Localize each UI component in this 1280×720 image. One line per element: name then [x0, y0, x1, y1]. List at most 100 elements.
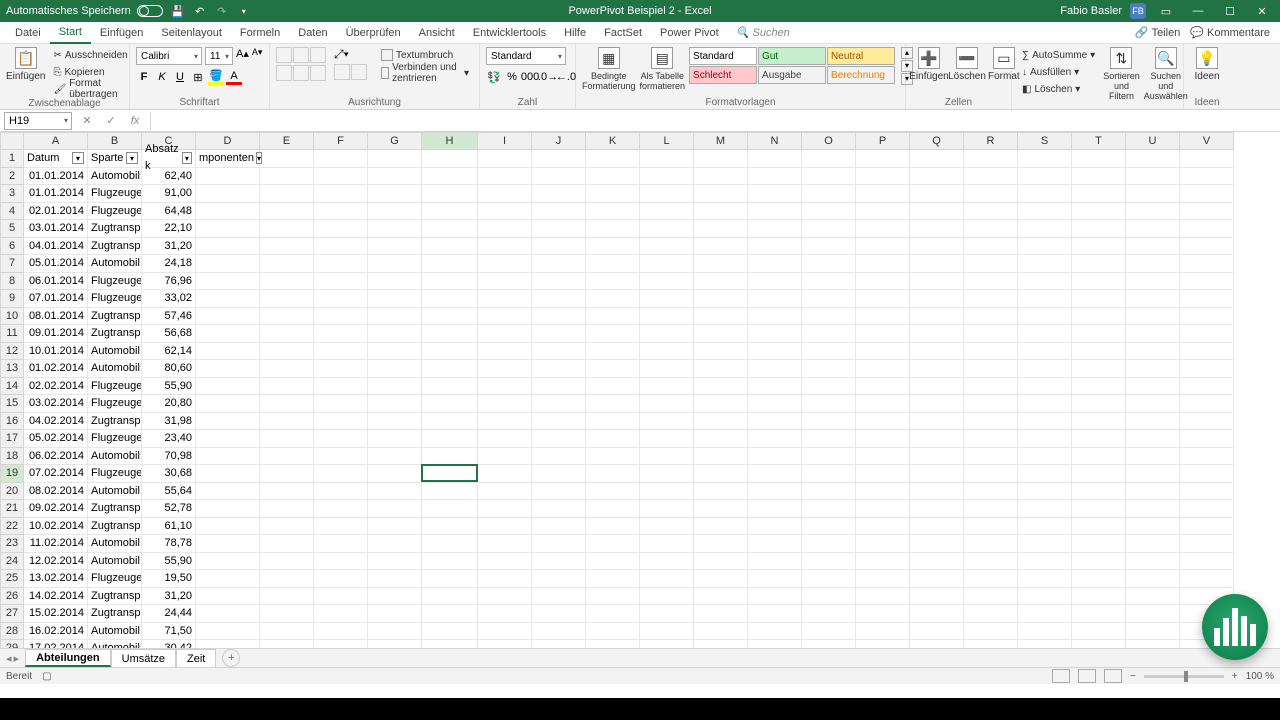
cell[interactable] — [422, 483, 478, 501]
cell[interactable] — [532, 640, 586, 648]
cell[interactable] — [1072, 500, 1126, 518]
row-header[interactable]: 8 — [0, 273, 24, 291]
cell[interactable] — [910, 465, 964, 483]
insert-cells-button[interactable]: ➕Einfügen — [912, 47, 946, 82]
filter-dropdown-icon[interactable]: ▾ — [72, 152, 84, 164]
cell[interactable] — [314, 413, 368, 431]
cell[interactable]: Automobil — [88, 623, 142, 641]
cell[interactable] — [856, 273, 910, 291]
cell[interactable] — [368, 238, 422, 256]
align-left-icon[interactable] — [276, 65, 292, 81]
cell[interactable]: 33,02 — [142, 290, 196, 308]
cell[interactable]: Zugtransp — [88, 220, 142, 238]
cell[interactable] — [422, 500, 478, 518]
cell[interactable] — [314, 290, 368, 308]
cell[interactable] — [802, 255, 856, 273]
row-header[interactable]: 4 — [0, 203, 24, 221]
cell[interactable]: 09.02.2014 — [24, 500, 88, 518]
cell[interactable] — [964, 220, 1018, 238]
cell[interactable] — [964, 378, 1018, 396]
cell[interactable] — [314, 255, 368, 273]
ribbon-tab-hilfe[interactable]: Hilfe — [555, 22, 595, 44]
row-header[interactable]: 24 — [0, 553, 24, 571]
font-color-button[interactable]: A — [226, 69, 242, 85]
page-layout-view-button[interactable] — [1078, 669, 1096, 683]
cell[interactable]: 91,00 — [142, 185, 196, 203]
cell[interactable] — [478, 605, 532, 623]
cell[interactable] — [1072, 290, 1126, 308]
cell[interactable] — [748, 308, 802, 326]
cell[interactable] — [748, 378, 802, 396]
cell[interactable] — [964, 413, 1018, 431]
cell[interactable] — [422, 430, 478, 448]
cell[interactable]: Automobil — [88, 168, 142, 186]
cell[interactable] — [1018, 308, 1072, 326]
cell[interactable] — [802, 518, 856, 536]
cell[interactable] — [694, 325, 748, 343]
row-header[interactable]: 15 — [0, 395, 24, 413]
column-header[interactable]: H — [422, 132, 478, 150]
cell[interactable] — [422, 308, 478, 326]
cell[interactable] — [196, 185, 260, 203]
orientation-icon[interactable]: ⤢▾ — [334, 47, 367, 62]
cell[interactable] — [1018, 500, 1072, 518]
row-header[interactable]: 9 — [0, 290, 24, 308]
cell[interactable] — [478, 150, 532, 168]
cell[interactable] — [694, 378, 748, 396]
cell[interactable] — [1072, 553, 1126, 571]
row-header[interactable]: 17 — [0, 430, 24, 448]
cell[interactable] — [532, 308, 586, 326]
cell[interactable] — [422, 185, 478, 203]
cell[interactable] — [964, 203, 1018, 221]
cell[interactable] — [260, 273, 314, 291]
cell[interactable] — [1126, 448, 1180, 466]
cell[interactable] — [586, 413, 640, 431]
cell[interactable] — [586, 378, 640, 396]
cell[interactable] — [1072, 378, 1126, 396]
cell[interactable] — [640, 623, 694, 641]
undo-icon[interactable]: ↶ — [193, 4, 207, 18]
cell[interactable] — [586, 168, 640, 186]
cell[interactable] — [856, 395, 910, 413]
row-header[interactable]: 27 — [0, 605, 24, 623]
cell[interactable] — [964, 465, 1018, 483]
enter-formula-icon[interactable]: ✓ — [102, 112, 120, 130]
cell[interactable] — [1126, 395, 1180, 413]
cell[interactable] — [478, 465, 532, 483]
cell[interactable]: 62,14 — [142, 343, 196, 361]
cell[interactable] — [1180, 168, 1234, 186]
cell[interactable] — [748, 588, 802, 606]
cell[interactable]: 09.01.2014 — [24, 325, 88, 343]
cell[interactable] — [910, 623, 964, 641]
cell[interactable]: 19,50 — [142, 570, 196, 588]
cell[interactable] — [1126, 553, 1180, 571]
cell[interactable] — [910, 588, 964, 606]
cell[interactable] — [694, 465, 748, 483]
cell[interactable] — [368, 378, 422, 396]
cell[interactable]: 70,98 — [142, 448, 196, 466]
cell[interactable] — [1180, 570, 1234, 588]
cell[interactable] — [1180, 185, 1234, 203]
cell[interactable]: 10.02.2014 — [24, 518, 88, 536]
cell[interactable] — [694, 623, 748, 641]
column-header[interactable]: E — [260, 132, 314, 150]
cell[interactable] — [748, 325, 802, 343]
cell[interactable] — [478, 185, 532, 203]
cell[interactable] — [856, 448, 910, 466]
cell[interactable] — [478, 518, 532, 536]
cell[interactable] — [1126, 430, 1180, 448]
cell[interactable]: Automobil — [88, 255, 142, 273]
delete-cells-button[interactable]: ➖Löschen — [950, 47, 984, 82]
cell[interactable]: Automobil — [88, 640, 142, 648]
cell[interactable] — [748, 430, 802, 448]
cell-style-ausgabe[interactable]: Ausgabe — [758, 66, 826, 84]
cell[interactable]: Automobil — [88, 448, 142, 466]
cell[interactable] — [802, 325, 856, 343]
cell[interactable] — [196, 535, 260, 553]
cell[interactable] — [196, 570, 260, 588]
row-header[interactable]: 26 — [0, 588, 24, 606]
column-header[interactable]: Q — [910, 132, 964, 150]
cell[interactable] — [640, 553, 694, 571]
cell[interactable] — [856, 308, 910, 326]
column-header[interactable]: L — [640, 132, 694, 150]
